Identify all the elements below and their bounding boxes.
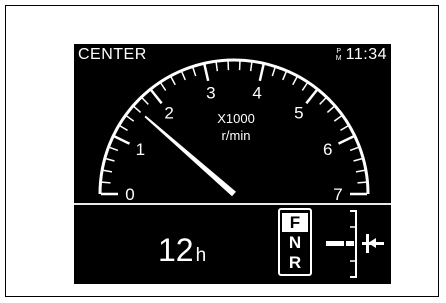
gauge-scale-label: 2 [164, 104, 173, 123]
gauge-scale-label: 7 [333, 185, 342, 204]
gauge-minor-tick [103, 169, 113, 173]
tachometer-gauge: 0 12 3 4 5 6 7 X1000 r/min [98, 58, 370, 204]
gauge-minor-tick [326, 105, 335, 113]
gauge-major-tick [113, 135, 131, 145]
document-frame: CENTER P M 11:34 01234567 X1000 r/min 12… [5, 5, 439, 297]
gauge-major-tick [203, 64, 210, 82]
gauge-minor-tick [101, 181, 111, 184]
gauge-minor-tick [133, 105, 142, 113]
gauge-minor-tick [141, 97, 149, 105]
gear-reverse: R [288, 253, 302, 272]
gauge-minor-tick [119, 125, 128, 132]
gauge-minor-tick [271, 67, 276, 77]
direction-lever-indicator-icon [326, 210, 384, 278]
gauge-minor-tick [109, 146, 119, 152]
gauge-minor-tick [125, 115, 135, 122]
gauge-minor-tick [105, 157, 115, 162]
gauge-major-tick [337, 135, 355, 145]
hour-meter: 12 h [158, 232, 206, 269]
gauge-minor-tick [333, 115, 343, 122]
gear-forward: F [282, 213, 308, 232]
gauge-minor-tick [192, 67, 197, 77]
gauge-minor-tick [355, 169, 365, 173]
divider-line [74, 203, 391, 205]
gauge-arc [98, 58, 370, 195]
gauge-major-tick [305, 89, 318, 105]
gauge-scale-label: 6 [323, 140, 332, 159]
gauge-scale-label: 0 [125, 185, 134, 204]
hour-meter-unit: h [195, 245, 207, 266]
hour-meter-value: 12 [158, 232, 194, 268]
gauge-unit: r/min [222, 128, 251, 143]
gauge-labels: 0 12 3 4 5 6 7 [125, 84, 342, 204]
gauge-minor-tick [249, 62, 253, 72]
gauge-minor-tick [357, 181, 367, 184]
gauge-minor-tick [170, 76, 176, 86]
gauge-minor-tick [349, 146, 359, 152]
gauge-minor-tick [282, 71, 287, 81]
gauge-scale-label: 3 [206, 84, 215, 103]
gauge-unit-multiplier: X1000 [217, 111, 255, 126]
instrument-display: CENTER P M 11:34 01234567 X1000 r/min 12… [74, 44, 391, 284]
gear-selector: F N R [278, 208, 312, 276]
gauge-minor-tick [340, 125, 349, 132]
gauge-minor-tick [160, 82, 167, 91]
gauge-minor-tick [215, 62, 219, 72]
gear-neutral: N [288, 233, 302, 252]
gauge-major-tick [258, 64, 265, 82]
gauge-scale-label: 4 [252, 84, 261, 103]
gauge-minor-tick [319, 97, 327, 105]
gauge-minor-tick [353, 157, 363, 162]
gauge-minor-tick [292, 76, 298, 86]
gauge-major-tick [150, 89, 163, 105]
gauge-minor-tick [181, 71, 186, 81]
gauge-scale-label: 5 [294, 104, 303, 123]
gauge-scale-label: 1 [136, 140, 145, 159]
gauge-minor-tick [301, 82, 308, 91]
